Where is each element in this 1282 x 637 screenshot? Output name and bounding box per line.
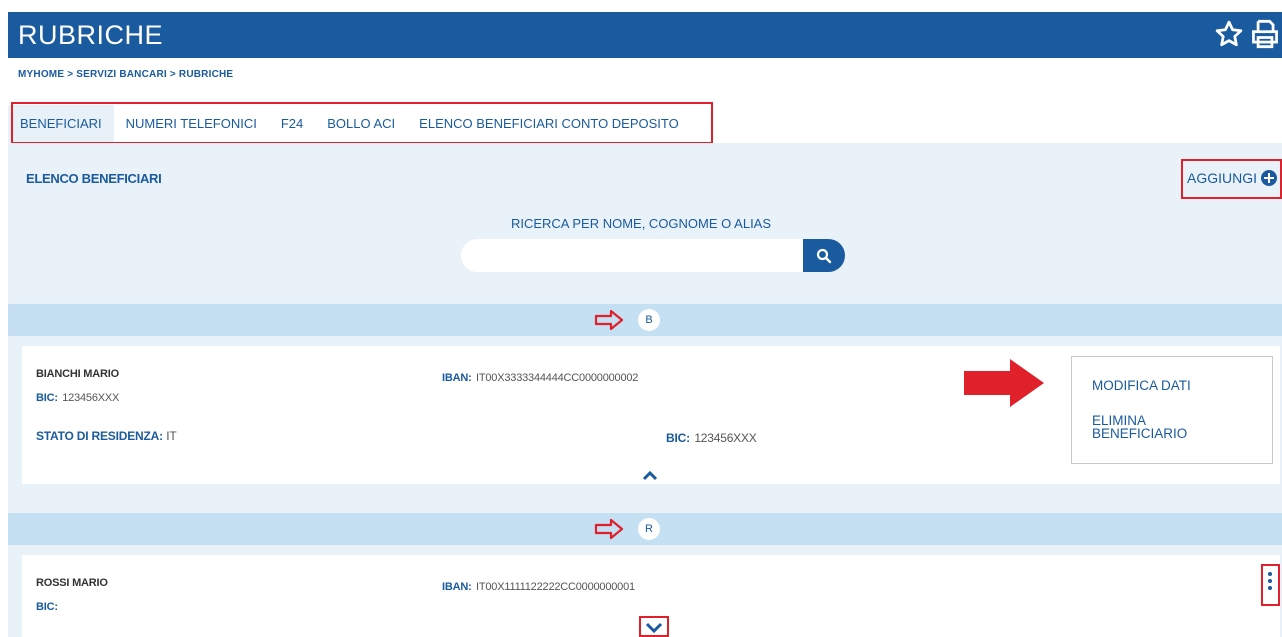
stato-label: STATO DI RESIDENZA: xyxy=(36,429,163,443)
breadcrumb: MYHOME > SERVIZI BANCARI > RUBRICHE xyxy=(18,69,236,80)
bic-detail-row: BIC: 123456XXX xyxy=(666,429,757,447)
header-bar: RUBRICHE xyxy=(8,12,1282,58)
star-icon[interactable] xyxy=(1214,19,1244,49)
bic-row: BIC: xyxy=(36,597,58,615)
stato-value: IT xyxy=(166,429,177,443)
bic-detail-value: 123456XXX xyxy=(694,431,757,445)
printer-icon[interactable] xyxy=(1251,19,1279,49)
search-button[interactable] xyxy=(803,239,845,272)
letter-divider-r: R xyxy=(8,513,1282,545)
beneficiary-name: BIANCHI MARIO xyxy=(36,368,119,380)
iban-row: IBAN: IT00X1111122222CC0000000001 xyxy=(442,577,635,595)
iban-label: IBAN: xyxy=(442,581,472,593)
iban-label: IBAN: xyxy=(442,372,472,384)
breadcrumb-separator: > xyxy=(67,69,74,80)
context-menu: MODIFICA DATI ELIMINA BENEFICIARIO xyxy=(1071,356,1273,464)
breadcrumb-item-servizi-bancari[interactable]: SERVIZI BANCARI xyxy=(76,69,167,80)
letter-badge: B xyxy=(638,309,660,331)
bic-value: 123456XXX xyxy=(62,392,120,404)
iban-row: IBAN: IT00X3333344444CC0000000002 xyxy=(442,368,638,386)
hollow-arrow-right-icon xyxy=(594,519,624,539)
bic-label: BIC: xyxy=(36,601,58,613)
letter-divider-b: B xyxy=(8,304,1282,336)
search-input[interactable] xyxy=(461,239,806,272)
bic-row: BIC: 123456XXX xyxy=(36,388,119,406)
chevron-highlight-box xyxy=(639,616,669,637)
red-arrow-right-icon xyxy=(964,359,1044,407)
breadcrumb-item-rubriche: RUBRICHE xyxy=(178,69,234,80)
breadcrumb-item-myhome[interactable]: MYHOME xyxy=(18,69,64,80)
beneficiary-name: ROSSI MARIO xyxy=(36,577,108,589)
list-title: ELENCO BENEFICIARI xyxy=(26,171,162,186)
chevron-up-icon[interactable] xyxy=(642,470,658,481)
bic-label: BIC: xyxy=(36,392,58,404)
menu-item-elimina-beneficiario[interactable]: ELIMINA BENEFICIARIO xyxy=(1092,414,1222,441)
letter-badge: R xyxy=(638,518,660,540)
iban-value: IT00X1111122222CC0000000001 xyxy=(476,581,635,593)
page-title: RUBRICHE xyxy=(18,20,164,50)
search-label: RICERCA PER NOME, COGNOME O ALIAS xyxy=(510,216,772,231)
search-bar xyxy=(461,239,845,272)
iban-value: IT00X3333344444CC0000000002 xyxy=(476,372,639,384)
search-icon xyxy=(816,248,832,264)
hollow-arrow-right-icon xyxy=(594,310,624,330)
breadcrumb-separator: > xyxy=(169,69,176,80)
menu-item-modifica-dati[interactable]: MODIFICA DATI xyxy=(1092,379,1191,393)
tabs-highlight-box xyxy=(11,102,713,144)
more-options-highlight-box xyxy=(1261,564,1280,606)
stato-row: STATO DI RESIDENZA: IT xyxy=(36,429,177,443)
bic-detail-label: BIC: xyxy=(666,431,690,445)
add-highlight-box xyxy=(1181,159,1282,199)
